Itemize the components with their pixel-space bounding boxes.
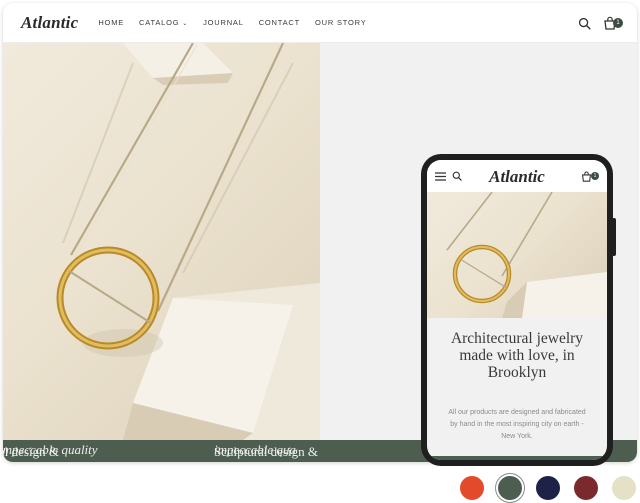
swatch-burgundy[interactable] bbox=[574, 476, 598, 500]
marquee-item: Sculptural design & impeccable qua bbox=[214, 442, 318, 459]
necklace-illustration bbox=[56, 43, 320, 440]
marquee-item: al design & impeccable quality bbox=[3, 442, 98, 459]
header-icons: 1 bbox=[578, 15, 625, 31]
swatch-cream[interactable] bbox=[612, 476, 636, 500]
mobile-hero-title: Architectural jewelry made with love, in… bbox=[450, 330, 584, 381]
menu-icon[interactable] bbox=[435, 171, 446, 181]
nav-journal[interactable]: JOURNAL bbox=[203, 18, 244, 27]
swatch-green[interactable] bbox=[498, 476, 522, 500]
theme-preview: Atlantic HOME CATALOG ⌄ JOURNAL CONTACT … bbox=[0, 0, 640, 503]
color-swatches bbox=[460, 476, 636, 500]
mobile-cart-button[interactable]: 1 bbox=[581, 171, 599, 183]
necklace-illustration bbox=[446, 192, 607, 318]
chevron-down-icon: ⌄ bbox=[182, 21, 189, 27]
swatch-red[interactable] bbox=[460, 476, 484, 500]
search-icon[interactable] bbox=[452, 171, 462, 181]
mobile-marquee-band bbox=[427, 456, 607, 460]
cart-button[interactable]: 1 bbox=[603, 15, 625, 31]
mobile-hero-subtitle: All our products are designed and fabric… bbox=[448, 409, 586, 440]
hero-image bbox=[3, 43, 320, 440]
main-nav: HOME CATALOG ⌄ JOURNAL CONTACT OUR STORY bbox=[98, 18, 366, 27]
nav-catalog-label: CATALOG bbox=[139, 18, 180, 27]
nav-home[interactable]: HOME bbox=[98, 18, 124, 27]
search-icon[interactable] bbox=[578, 17, 591, 30]
nav-contact[interactable]: CONTACT bbox=[259, 18, 300, 27]
swatch-navy[interactable] bbox=[536, 476, 560, 500]
site-logo[interactable]: Atlantic bbox=[21, 13, 78, 33]
mobile-screen: Atlantic 1 Architectural jewelry made wi… bbox=[427, 160, 607, 460]
mobile-header-left bbox=[435, 171, 462, 181]
mobile-hero-image bbox=[427, 192, 607, 318]
mobile-preview: Atlantic 1 Architectural jewelry made wi… bbox=[421, 154, 613, 466]
nav-our-story[interactable]: OUR STORY bbox=[315, 18, 367, 27]
marquee-text: Sculptural design & bbox=[214, 444, 318, 459]
cart-count-badge: 1 bbox=[613, 18, 623, 28]
marquee-text: al design & bbox=[3, 444, 59, 459]
cart-count-badge: 1 bbox=[591, 172, 599, 180]
nav-catalog[interactable]: CATALOG ⌄ bbox=[139, 18, 188, 27]
site-header: Atlantic HOME CATALOG ⌄ JOURNAL CONTACT … bbox=[3, 3, 637, 43]
mobile-header: Atlantic 1 bbox=[427, 160, 607, 192]
